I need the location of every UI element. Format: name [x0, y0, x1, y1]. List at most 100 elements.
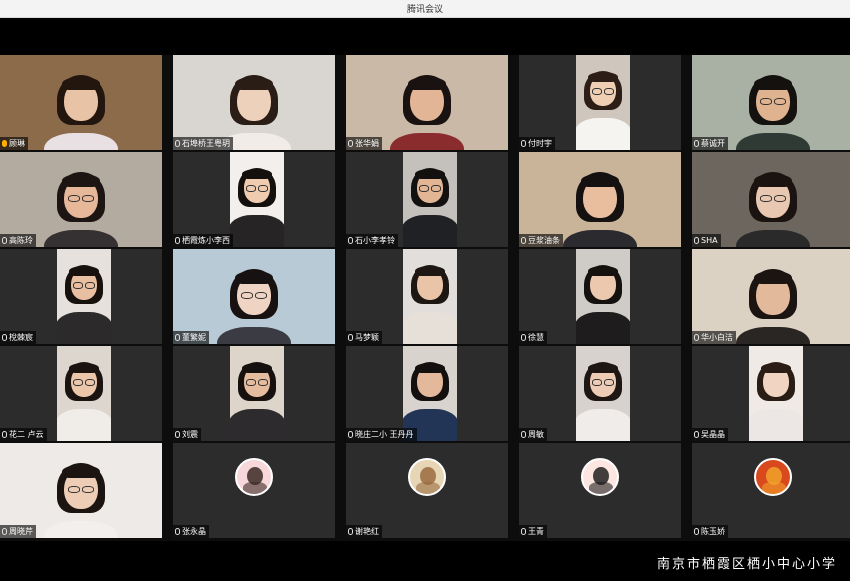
participant-tile[interactable]: 顾琳: [0, 55, 162, 150]
participant-name-label: 刘震: [173, 428, 201, 441]
participant-video: [749, 346, 803, 441]
participant-tile[interactable]: 王青: [519, 443, 681, 538]
participant-tile[interactable]: SHA: [692, 152, 850, 247]
microphone-icon: [175, 334, 180, 341]
participant-name-label: 谢艳红: [346, 525, 382, 538]
participant-tile[interactable]: 付时宇: [519, 55, 681, 150]
participant-tile[interactable]: 周敏: [519, 346, 681, 441]
participant-video: [57, 249, 111, 344]
microphone-icon: [348, 237, 353, 244]
participant-name: 陈玉娇: [701, 527, 725, 536]
bottom-bar: 南京市栖霞区栖小中心小学: [0, 541, 850, 581]
participant-name: 豆浆油条: [528, 236, 560, 245]
participant-video: [576, 346, 630, 441]
microphone-icon: [521, 431, 526, 438]
microphone-icon: [2, 237, 7, 244]
participant-video: [0, 55, 162, 150]
microphone-icon: [348, 334, 353, 341]
participant-tile[interactable]: 吴晶晶: [692, 346, 850, 441]
top-toolbar-area: [0, 18, 850, 55]
participant-video: [692, 152, 850, 247]
participant-tile[interactable]: 华小白洁: [692, 249, 850, 344]
participant-tile[interactable]: 张华娟: [346, 55, 508, 150]
participant-name: 董繁妮: [182, 333, 206, 342]
participant-video: [57, 346, 111, 441]
participant-video: [230, 346, 284, 441]
microphone-icon: [2, 431, 7, 438]
participant-tile[interactable]: 董繁妮: [173, 249, 335, 344]
participant-grid: 顾琳 石埠桥王粤玥 张华娟 付时宇 蔡诚开高陈玲 栖霞炼小李西 石小李孝铃 豆浆油条 SHA 梲棘…: [0, 55, 850, 541]
participant-avatar: [754, 458, 792, 496]
title-bar: 腾讯会议: [0, 0, 850, 18]
microphone-icon: [521, 237, 526, 244]
participant-tile[interactable]: 陈玉娇: [692, 443, 850, 538]
participant-name: 马梦颖: [355, 333, 379, 342]
participant-tile[interactable]: 石埠桥王粤玥: [173, 55, 335, 150]
participant-name: 付时宇: [528, 139, 552, 148]
participant-name-label: 马梦颖: [346, 331, 382, 344]
participant-tile[interactable]: 张永晶: [173, 443, 335, 538]
microphone-icon: [348, 528, 353, 535]
window-title: 腾讯会议: [406, 5, 443, 15]
participant-name-label: 周敏: [519, 428, 547, 441]
participant-name-label: 华小白洁: [692, 331, 736, 344]
participant-tile[interactable]: 高陈玲: [0, 152, 162, 247]
participant-tile[interactable]: 谢艳红: [346, 443, 508, 538]
microphone-icon: [348, 431, 353, 438]
participant-avatar: [408, 458, 446, 496]
participant-tile[interactable]: 梲棘宸: [0, 249, 162, 344]
participant-name: 刘震: [182, 430, 198, 439]
participant-name: 张永晶: [182, 527, 206, 536]
participant-video: [519, 152, 681, 247]
participant-tile[interactable]: 刘震: [173, 346, 335, 441]
participant-name: 石埠桥王粤玥: [182, 139, 230, 148]
participant-name-label: 石小李孝铃: [346, 234, 398, 247]
participant-video: [230, 152, 284, 247]
participant-video: [403, 249, 457, 344]
microphone-icon: [175, 431, 180, 438]
microphone-icon: [694, 237, 699, 244]
participant-video: [0, 443, 162, 538]
microphone-icon: [694, 431, 699, 438]
participant-name-label: 张永晶: [173, 525, 209, 538]
participant-name: 周晓芹: [9, 527, 33, 536]
participant-name-label: 王青: [519, 525, 547, 538]
participant-name-label: 吴晶晶: [692, 428, 728, 441]
participant-name: 晓庄二小 王丹丹: [355, 430, 414, 439]
participant-name-label: 高陈玲: [0, 234, 36, 247]
participant-name: 徐慧: [528, 333, 544, 342]
microphone-icon: [521, 140, 526, 147]
participant-tile[interactable]: 徐慧: [519, 249, 681, 344]
participant-video: [576, 249, 630, 344]
participant-name-label: 陈玉娇: [692, 525, 728, 538]
participant-name: 吴晶晶: [701, 430, 725, 439]
microphone-icon: [175, 140, 180, 147]
participant-video: [692, 249, 850, 344]
participant-name: 高陈玲: [9, 236, 33, 245]
participant-name-label: SHA: [692, 234, 721, 247]
participant-tile[interactable]: 马梦颖: [346, 249, 508, 344]
microphone-icon: [175, 528, 180, 535]
participant-name-label: 张华娟: [346, 137, 382, 150]
participant-tile[interactable]: 石小李孝铃: [346, 152, 508, 247]
microphone-icon: [348, 140, 353, 147]
participant-name: 顾琳: [9, 139, 25, 148]
participant-name-label: 徐慧: [519, 331, 547, 344]
participant-name-label: 顾琳: [0, 137, 28, 150]
participant-tile[interactable]: 栖霞炼小李西: [173, 152, 335, 247]
participant-name-label: 花二 卢云: [0, 428, 47, 441]
participant-tile[interactable]: 周晓芹: [0, 443, 162, 538]
microphone-icon: [521, 334, 526, 341]
participant-tile[interactable]: 豆浆油条: [519, 152, 681, 247]
participant-tile[interactable]: 花二 卢云: [0, 346, 162, 441]
microphone-icon: [694, 334, 699, 341]
participant-name-label: 付时宇: [519, 137, 555, 150]
participant-tile[interactable]: 蔡诚开: [692, 55, 850, 150]
participant-video: [346, 55, 508, 150]
participant-name: 王青: [528, 527, 544, 536]
participant-name-label: 蔡诚开: [692, 137, 728, 150]
participant-avatar: [581, 458, 619, 496]
participant-tile[interactable]: 晓庄二小 王丹丹: [346, 346, 508, 441]
microphone-icon: [694, 140, 699, 147]
participant-avatar: [235, 458, 273, 496]
